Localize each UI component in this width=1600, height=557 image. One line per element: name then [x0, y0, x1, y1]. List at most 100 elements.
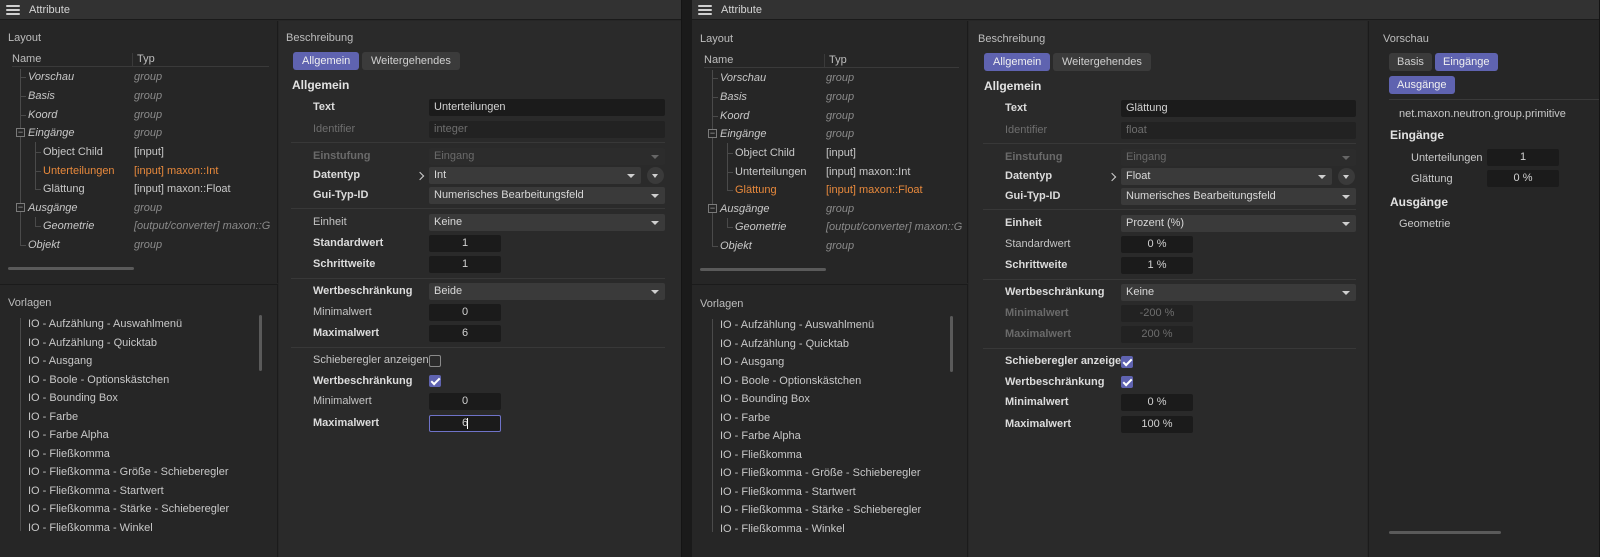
preview-subdivisions-field[interactable]: 1 [1487, 149, 1559, 166]
slider-checkbox[interactable] [1121, 356, 1133, 368]
min-field[interactable]: 0 [429, 304, 501, 321]
unit-dropdown[interactable]: Prozent (%) [1121, 215, 1356, 232]
templates-vscrollbar[interactable] [259, 315, 262, 371]
outputs-title: Ausgänge [1390, 195, 1449, 209]
max-field: 200 % [1121, 326, 1193, 343]
limit-dropdown[interactable]: Beide [429, 283, 665, 300]
layout-row[interactable]: Ausgänge group [0, 199, 277, 218]
template-item[interactable]: IO - Fließkomma - Startwert [28, 482, 164, 501]
layout-row[interactable]: Unterteilungen [input] maxon::Int [692, 163, 967, 182]
slider-min-field[interactable]: 0 [429, 393, 501, 410]
limit-dropdown[interactable]: Keine [1121, 284, 1356, 301]
tab-weitergehendes[interactable]: Weitergehendes [1053, 53, 1151, 71]
template-item[interactable]: IO - Farbe [720, 409, 770, 428]
template-item[interactable]: IO - Fließkomma - Größe - Schieberegler [720, 464, 921, 483]
template-item[interactable]: IO - Aufzählung - Auswahlmenü [720, 316, 874, 335]
step-field[interactable]: 1 [429, 256, 501, 273]
layout-row[interactable]: Eingänge group [692, 125, 967, 144]
template-item[interactable]: IO - Fließkomma - Stärke - Schieberegler [28, 500, 229, 519]
datatype-dropdown[interactable]: Float [1121, 168, 1332, 185]
max-field[interactable]: 6 [429, 325, 501, 342]
template-item[interactable]: IO - Fließkomma - Startwert [720, 483, 856, 502]
template-item[interactable]: IO - Boole - Optionskästchen [720, 372, 861, 391]
chevron-right-icon[interactable] [1107, 172, 1117, 182]
datatype-label: Datentyp [313, 169, 361, 181]
text-field[interactable]: Glättung [1121, 100, 1356, 117]
template-item[interactable]: IO - Bounding Box [720, 390, 810, 409]
menu-icon[interactable] [698, 4, 712, 15]
column-type-header[interactable]: Typ [824, 54, 847, 68]
default-value-field[interactable]: 1 [429, 235, 501, 252]
layout-row[interactable]: Koord group [692, 107, 967, 126]
preview-tab-eingaenge[interactable]: Eingänge [1435, 53, 1498, 71]
slider-max-field[interactable]: 100 % [1121, 416, 1193, 433]
layout-row[interactable]: Vorschau group [692, 69, 967, 88]
layout-row[interactable]: Objekt group [0, 236, 277, 255]
template-item[interactable]: IO - Fließkomma - Größe - Schieberegler [28, 463, 229, 482]
column-type-header[interactable]: Typ [132, 53, 155, 67]
slider-limit-checkbox[interactable] [429, 375, 441, 387]
layout-row-selected[interactable]: Glättung [input] maxon::Float [692, 181, 967, 200]
text-field[interactable]: Unterteilungen [429, 99, 665, 116]
left-titlebar: Attribute [0, 0, 681, 20]
window-title: Attribute [721, 3, 762, 16]
tab-weitergehendes[interactable]: Weitergehendes [362, 52, 460, 70]
chevron-right-icon[interactable] [415, 171, 425, 181]
datatype-options-button[interactable] [1338, 168, 1355, 185]
template-item[interactable]: IO - Aufzählung - Quicktab [28, 334, 157, 353]
template-item[interactable]: IO - Fließkomma - Stärke - Schieberegler [720, 501, 921, 520]
layout-row[interactable]: Koord group [0, 106, 277, 125]
layout-row[interactable]: Eingänge group [0, 124, 277, 143]
layout-row[interactable]: Geometrie [output/converter] maxon::G [692, 218, 967, 237]
column-name-header[interactable]: Name [704, 54, 733, 66]
guitype-dropdown[interactable]: Numerisches Bearbeitungsfeld [1121, 188, 1356, 205]
template-item[interactable]: IO - Fließkomma [720, 446, 802, 465]
template-item[interactable]: IO - Farbe [28, 408, 78, 427]
layout-row[interactable]: Object Child [input] [0, 143, 277, 162]
template-item[interactable]: IO - Ausgang [28, 352, 92, 371]
layout-hscrollbar[interactable] [700, 268, 826, 271]
template-item[interactable]: IO - Boole - Optionskästchen [28, 371, 169, 390]
layout-row[interactable]: Basis group [692, 88, 967, 107]
template-item[interactable]: IO - Fließkomma - Winkel [720, 520, 845, 539]
max-label: Maximalwert [1005, 328, 1072, 340]
preview-hscrollbar[interactable] [1389, 531, 1501, 534]
template-item[interactable]: IO - Aufzählung - Quicktab [720, 335, 849, 354]
preview-tab-ausgaenge[interactable]: Ausgänge [1389, 76, 1455, 94]
template-item[interactable]: IO - Farbe Alpha [28, 426, 109, 445]
column-name-header[interactable]: Name [12, 53, 41, 65]
template-item[interactable]: IO - Bounding Box [28, 389, 118, 408]
slider-checkbox[interactable] [429, 355, 441, 367]
tab-allgemein[interactable]: Allgemein [293, 52, 360, 70]
slider-min-field[interactable]: 0 % [1121, 394, 1193, 411]
template-item[interactable]: IO - Ausgang [720, 353, 784, 372]
templates-panel: Vorlagen IO - Aufzählung - Auswahlmenü I… [692, 284, 968, 557]
template-item[interactable]: IO - Fließkomma - Winkel [28, 519, 153, 538]
datatype-options-button[interactable] [647, 167, 664, 184]
templates-vscrollbar[interactable] [950, 316, 953, 372]
tab-allgemein[interactable]: Allgemein [984, 53, 1051, 71]
layout-row[interactable]: Objekt group [692, 237, 967, 256]
unit-dropdown[interactable]: Keine [429, 214, 665, 231]
preview-smoothing-field[interactable]: 0 % [1487, 170, 1559, 187]
layout-row-selected[interactable]: Unterteilungen [input] maxon::Int [0, 162, 277, 181]
template-item[interactable]: IO - Aufzählung - Auswahlmenü [28, 315, 182, 334]
slider-max-field[interactable]: 6 [429, 415, 501, 432]
layout-row[interactable]: Ausgänge group [692, 200, 967, 219]
template-item[interactable]: IO - Fließkomma [28, 445, 110, 464]
step-field[interactable]: 1 % [1121, 257, 1193, 274]
layout-row[interactable]: Glättung [input] maxon::Float [0, 180, 277, 199]
preview-tab-basis[interactable]: Basis [1389, 53, 1432, 71]
templates-label: Vorlagen [8, 297, 52, 309]
layout-row[interactable]: Object Child [input] [692, 144, 967, 163]
guitype-dropdown[interactable]: Numerisches Bearbeitungsfeld [429, 187, 665, 204]
slider-limit-checkbox[interactable] [1121, 376, 1133, 388]
layout-row[interactable]: Basis group [0, 87, 277, 106]
layout-row[interactable]: Geometrie [output/converter] maxon::G [0, 217, 277, 236]
template-item[interactable]: IO - Farbe Alpha [720, 427, 801, 446]
default-value-field[interactable]: 0 % [1121, 236, 1193, 253]
datatype-dropdown[interactable]: Int [429, 167, 641, 184]
layout-hscrollbar[interactable] [8, 267, 134, 270]
layout-row[interactable]: Vorschau group [0, 68, 277, 87]
menu-icon[interactable] [6, 4, 20, 15]
